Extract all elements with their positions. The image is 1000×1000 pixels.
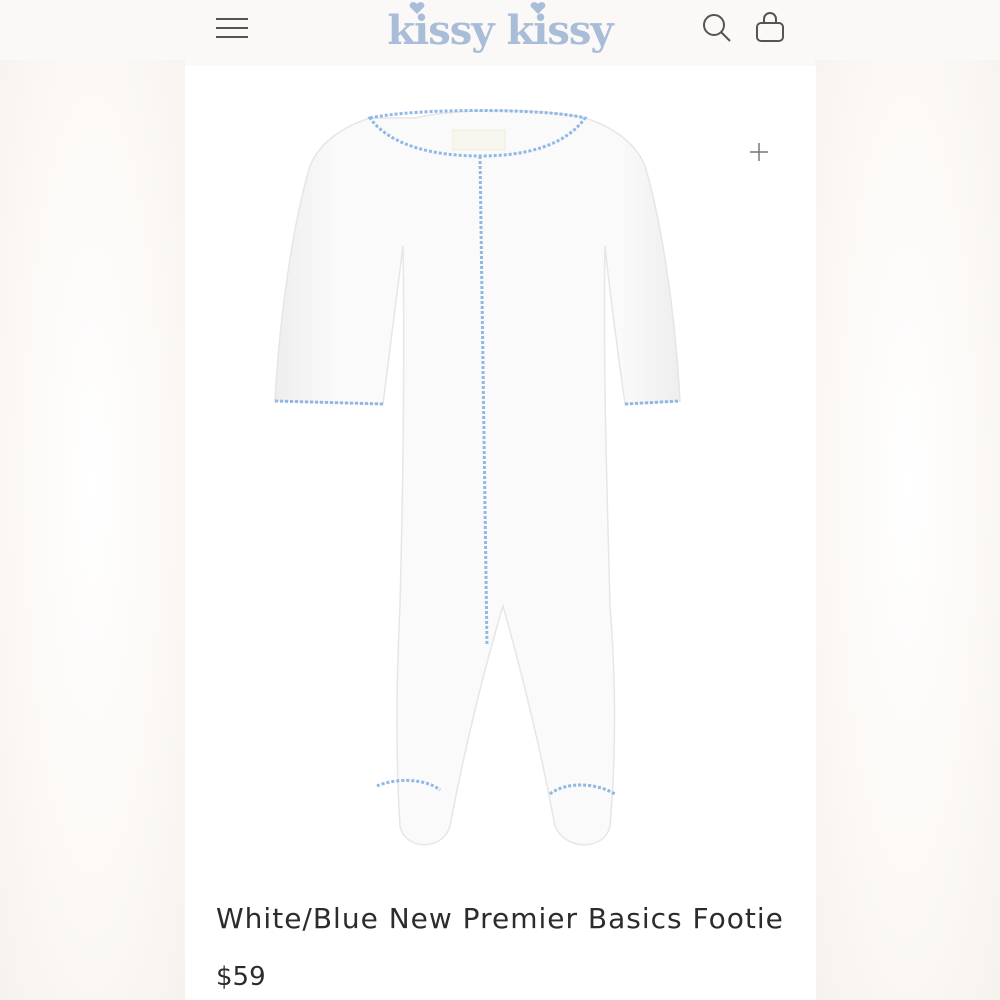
menu-icon-bar: [216, 18, 248, 20]
search-icon: [703, 14, 731, 42]
search-button[interactable]: [700, 11, 732, 43]
product-title: White/Blue New Premier Basics Footie: [216, 902, 784, 935]
brand-logo[interactable]: kissy kissy: [380, 0, 620, 60]
footie-body: [274, 109, 681, 846]
brand-logo-text: kissy kissy: [387, 7, 615, 54]
neck-label: [452, 129, 506, 151]
product-card: White/Blue New Premier Basics Footie $59: [185, 66, 816, 1000]
menu-icon-bar: [216, 36, 248, 38]
menu-icon-bar: [216, 27, 248, 29]
cart-button[interactable]: [753, 10, 787, 44]
product-price: $59: [216, 962, 266, 992]
zoom-button[interactable]: [747, 140, 771, 164]
plus-icon: [750, 143, 768, 161]
background-blur-right: [815, 60, 1000, 1000]
shopping-bag-icon: [756, 12, 784, 42]
menu-button[interactable]: [214, 14, 250, 40]
site-header: kissy kissy: [0, 0, 1000, 60]
background-blur-left: [0, 60, 185, 1000]
product-image[interactable]: [265, 106, 735, 866]
